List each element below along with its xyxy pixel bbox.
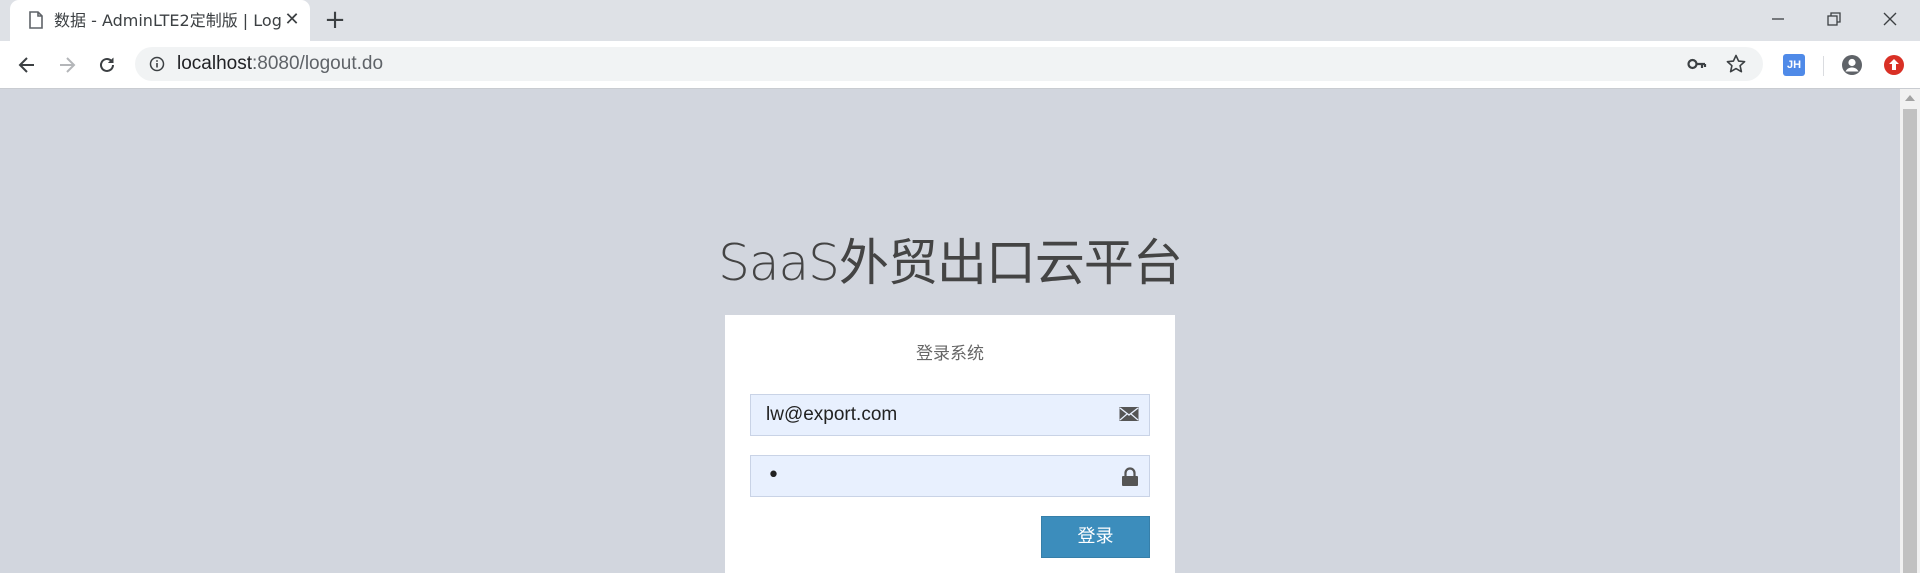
login-box: 登录系统 • 登录 [725,315,1175,573]
login-box-message: 登录系统 [916,344,984,364]
star-icon[interactable] [1725,53,1747,79]
brand-title: SaaS外贸出口云平台 [718,234,1183,292]
tab-close-icon[interactable]: ✕ [282,10,302,30]
document-icon [28,11,44,29]
vertical-scrollbar[interactable] [1900,89,1920,573]
login-button[interactable]: 登录 [1041,516,1150,558]
close-window-button[interactable] [1870,6,1910,34]
envelope-icon [1119,406,1139,426]
new-tab-button[interactable]: + [322,7,348,34]
minimize-button[interactable] [1758,6,1798,34]
lock-icon [1121,467,1139,491]
toolbar-divider [1823,56,1824,76]
account-icon[interactable] [1840,53,1864,81]
arrow-right-icon [60,57,76,73]
address-bar[interactable]: localhost:8080/logout.do [135,47,1763,81]
key-icon[interactable] [1687,55,1707,77]
email-field[interactable] [750,394,1150,436]
forward-button[interactable] [52,50,82,80]
browser-tab[interactable]: 数据 - AdminLTE2定制版 | Log in ✕ [10,0,310,41]
reload-icon [100,57,114,72]
password-field[interactable]: • [750,455,1150,497]
reload-button[interactable] [92,50,122,80]
update-icon[interactable] [1882,53,1906,81]
url-host: localhost [177,53,252,74]
browser-toolbar: localhost:8080/logout.do JH [0,41,1920,89]
url-text[interactable]: localhost:8080/logout.do [177,53,383,75]
password-input[interactable]: • [767,463,780,489]
back-button[interactable] [12,50,42,80]
browser-tab-strip: 数据 - AdminLTE2定制版 | Log in ✕ + [0,0,1920,41]
url-path: :8080/logout.do [252,53,384,74]
scrollbar-thumb[interactable] [1903,109,1917,573]
extension-jh-button[interactable]: JH [1783,54,1805,76]
tab-title: 数据 - AdminLTE2定制版 | Log in [54,11,284,30]
page-viewport: SaaS外贸出口云平台 登录系统 • 登录 [0,89,1900,573]
info-icon[interactable] [149,56,165,76]
arrow-left-icon [18,57,34,73]
scroll-up-arrow-icon[interactable] [1905,95,1915,101]
restore-button[interactable] [1814,6,1854,34]
email-input[interactable] [751,395,1111,435]
